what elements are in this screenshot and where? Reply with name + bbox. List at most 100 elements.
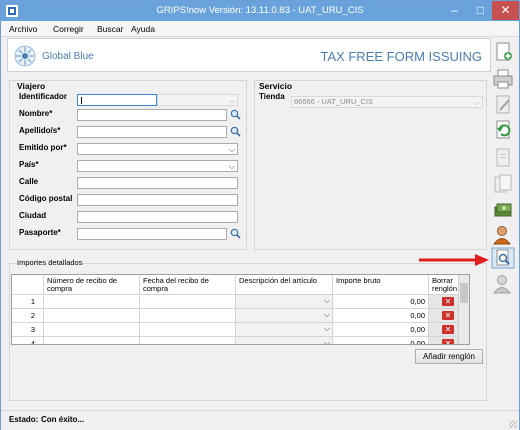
title-bar: GRIPS!now Versión: 13.11.0.83 - UAT_URU_… — [1, 1, 519, 21]
edit-document-icon[interactable] — [491, 94, 515, 116]
status-bar: Estado: Con éxito... — [1, 410, 519, 430]
menu-ayuda[interactable]: Ayuda — [131, 24, 155, 34]
copy-documents-icon[interactable] — [491, 173, 515, 195]
table-header-cell: Importe bruto — [333, 275, 429, 295]
chevron-down-icon: ⌵ — [473, 98, 480, 107]
menu-buscar[interactable]: Buscar — [97, 24, 123, 34]
receipt-date-cell[interactable] — [140, 295, 236, 309]
description-select[interactable]: ⌵ — [236, 337, 333, 345]
pasaporte-label: Pasaporte* — [19, 228, 61, 237]
description-select[interactable]: ⌵ — [236, 323, 333, 337]
row-number: 3 — [12, 323, 44, 337]
description-select[interactable]: ⌵ — [236, 295, 333, 309]
document-icon[interactable] — [491, 147, 515, 169]
table-header-cell: Borrar renglón — [429, 275, 460, 295]
calle-input[interactable] — [77, 177, 238, 189]
status-value: Con éxito... — [41, 415, 85, 424]
receipt-number-cell[interactable] — [44, 323, 140, 337]
identificador-type-select: ⌵ — [157, 94, 238, 106]
emitido-label: Emitido por* — [19, 143, 67, 152]
codigo-postal-input[interactable] — [77, 194, 238, 206]
amount-cell[interactable]: 0,00 — [333, 295, 429, 309]
ciudad-input[interactable] — [77, 211, 238, 223]
description-select[interactable]: ⌵ — [236, 309, 333, 323]
importes-table: Número de recibo de compra Fecha del rec… — [11, 274, 470, 345]
receipt-date-cell[interactable] — [140, 323, 236, 337]
chevron-down-icon: ⌵ — [228, 145, 235, 154]
tienda-select: 66666 - UAT_URU_CIS ⌵ — [291, 96, 483, 108]
add-row-button[interactable]: Añadir renglón — [415, 349, 483, 364]
form-area: Global Blue TAX FREE FORM ISSUING Viajer… — [7, 38, 491, 406]
main-window: GRIPS!now Versión: 13.11.0.83 - UAT_URU_… — [0, 0, 520, 430]
minimize-button[interactable]: – — [441, 1, 468, 20]
user-refresh-icon[interactable] — [491, 273, 515, 295]
servicio-title: Servicio — [259, 81, 293, 91]
new-document-icon[interactable] — [491, 41, 515, 63]
search-document-icon[interactable] — [491, 247, 515, 269]
chevron-down-icon: ⌵ — [323, 338, 330, 345]
codigo-postal-label: Código postal — [19, 194, 73, 203]
table-scrollbar[interactable] — [458, 275, 469, 344]
brand-name: Global Blue — [42, 51, 94, 62]
chevron-down-icon: ⌵ — [323, 324, 330, 333]
delete-row-cell: ✕ — [429, 309, 460, 323]
search-icon[interactable] — [230, 109, 241, 120]
text-cursor — [81, 97, 82, 104]
identificador-label: Identificador — [19, 92, 68, 101]
user-icon[interactable] — [491, 224, 515, 246]
refresh-document-icon[interactable] — [491, 119, 515, 141]
delete-row-icon[interactable]: ✕ — [442, 311, 454, 320]
amount-cell[interactable]: 0,00 — [333, 337, 429, 344]
table-header-cell: Descripción del artículo — [236, 275, 333, 295]
receipt-date-cell[interactable] — [140, 309, 236, 323]
delete-row-icon[interactable]: ✕ — [442, 297, 454, 306]
pais-select[interactable]: ⌵ — [77, 160, 238, 172]
annotation-arrow-icon — [419, 254, 489, 266]
apellidos-input[interactable] — [77, 126, 227, 138]
resize-grip[interactable] — [509, 420, 517, 428]
menu-corregir[interactable]: Corregir — [53, 24, 84, 34]
nombre-label: Nombre* — [19, 109, 53, 118]
menu-archivo[interactable]: Archivo — [9, 24, 37, 34]
delete-row-cell: ✕ — [429, 295, 460, 309]
emitido-select[interactable]: ⌵ — [77, 143, 238, 155]
tienda-label: Tienda — [259, 92, 285, 101]
identificador-input[interactable] — [77, 94, 157, 106]
amount-cell[interactable]: 0,00 — [333, 323, 429, 337]
scrollbar-thumb[interactable] — [460, 283, 468, 303]
pais-label: País* — [19, 160, 39, 169]
table-header-cell — [12, 275, 44, 295]
receipt-number-cell[interactable] — [44, 337, 140, 344]
maximize-button[interactable]: □ — [467, 1, 494, 20]
row-number: 2 — [12, 309, 44, 323]
receipt-number-cell[interactable] — [44, 309, 140, 323]
delete-row-cell: ✕ — [429, 337, 460, 344]
print-icon[interactable] — [491, 68, 515, 90]
search-icon[interactable] — [230, 126, 241, 137]
receipt-number-cell[interactable] — [44, 295, 140, 309]
pasaporte-input[interactable] — [77, 228, 227, 240]
receipt-date-cell[interactable] — [140, 337, 236, 344]
money-icon[interactable] — [491, 198, 515, 220]
close-button[interactable]: ✕ — [492, 1, 519, 20]
delete-row-cell: ✕ — [429, 323, 460, 337]
apellidos-label: Apellido/s* — [19, 126, 61, 135]
globe-logo-icon — [14, 45, 36, 67]
search-icon[interactable] — [230, 228, 241, 239]
ciudad-label: Ciudad — [19, 211, 47, 220]
row-number: 4 — [12, 337, 44, 344]
delete-row-icon[interactable]: ✕ — [442, 339, 454, 344]
menu-bar: Archivo Corregir Buscar Ayuda — [1, 21, 519, 37]
amount-cell[interactable]: 0,00 — [333, 309, 429, 323]
tienda-value: 66666 - UAT_URU_CIS — [294, 97, 374, 106]
table-header-cell: Número de recibo de compra — [44, 275, 140, 295]
viajero-title: Viajero — [17, 81, 46, 91]
nombre-input[interactable] — [77, 109, 227, 121]
status-label: Estado: — [9, 415, 39, 424]
importes-title: Importes detallados — [17, 258, 83, 267]
row-number: 1 — [12, 295, 44, 309]
delete-row-icon[interactable]: ✕ — [442, 325, 454, 334]
table-header-cell: Fecha del recibo de compra — [140, 275, 236, 295]
form-header: Global Blue TAX FREE FORM ISSUING — [7, 38, 491, 72]
chevron-down-icon: ⌵ — [228, 96, 235, 105]
